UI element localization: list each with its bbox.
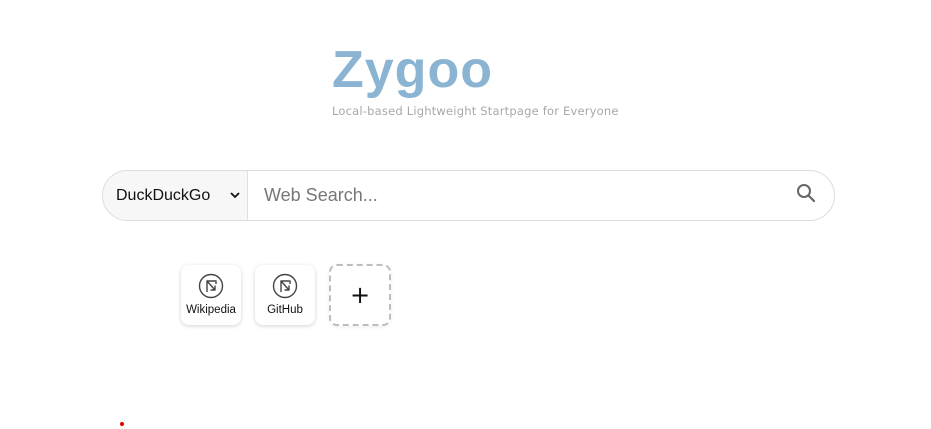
- logo-block: Zygoo Local-based Lightweight Startpage …: [332, 40, 619, 118]
- app-subtitle: Local-based Lightweight Startpage for Ev…: [332, 104, 619, 118]
- add-shortcut-button[interactable]: +: [329, 264, 391, 326]
- search-bar: DuckDuckGo: [102, 170, 835, 221]
- search-engine-label: DuckDuckGo: [116, 186, 211, 204]
- search-button[interactable]: [778, 171, 834, 220]
- search-icon: [796, 183, 816, 208]
- search-input[interactable]: [248, 171, 778, 220]
- search-engine-select[interactable]: DuckDuckGo: [103, 171, 248, 220]
- app-title: Zygoo: [332, 41, 493, 99]
- shortcut-github[interactable]: GitHub: [255, 265, 315, 325]
- link-icon: [272, 273, 298, 299]
- shortcut-wikipedia[interactable]: Wikipedia: [181, 265, 241, 325]
- shortcut-list: Wikipedia GitHub +: [181, 264, 391, 326]
- shortcut-label: Wikipedia: [186, 304, 236, 316]
- shortcut-label: GitHub: [267, 304, 303, 316]
- link-icon: [198, 273, 224, 299]
- start-page: Zygoo Local-based Lightweight Startpage …: [0, 0, 931, 429]
- marker-dot: [120, 422, 124, 426]
- chevron-down-icon: [229, 190, 241, 202]
